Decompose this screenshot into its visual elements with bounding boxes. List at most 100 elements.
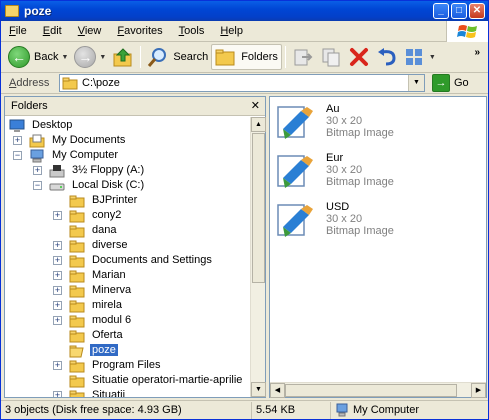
tree-item[interactable]: + mirela bbox=[5, 298, 251, 313]
collapse-icon[interactable]: − bbox=[13, 151, 22, 160]
tree-vertical-scrollbar[interactable]: ▲ ▼ bbox=[250, 117, 266, 397]
undo-button[interactable] bbox=[373, 44, 401, 70]
move-to-icon bbox=[294, 49, 313, 66]
forward-dropdown-icon[interactable]: ▼ bbox=[99, 54, 106, 61]
expand-icon[interactable]: + bbox=[53, 316, 62, 325]
folders-icon bbox=[215, 49, 235, 66]
scroll-thumb[interactable] bbox=[285, 384, 457, 397]
views-dropdown-icon[interactable]: ▼ bbox=[429, 54, 436, 61]
collapse-icon[interactable]: − bbox=[33, 181, 42, 190]
close-pane-icon[interactable]: ✕ bbox=[251, 99, 260, 112]
views-icon bbox=[405, 49, 422, 65]
menu-view[interactable]: View bbox=[70, 25, 110, 37]
tree-item[interactable]: + Documents and Settings bbox=[5, 253, 251, 268]
tree-item-label: Marian bbox=[92, 269, 126, 281]
file-list-pane: Au 30 x 20 Bitmap Image Eur 30 x 20 Bitm… bbox=[269, 96, 487, 398]
close-button[interactable]: ✕ bbox=[469, 3, 485, 19]
back-button[interactable]: ← Back ▼ bbox=[5, 44, 71, 70]
explorer-window: poze _ □ ✕ File Edit View Favorites Tool… bbox=[0, 0, 489, 420]
content-horizontal-scrollbar[interactable]: ◀ ▶ bbox=[270, 382, 486, 398]
tree-item[interactable]: + Situatii bbox=[5, 388, 251, 397]
tree-item-label: Documents and Settings bbox=[92, 254, 212, 266]
scroll-right-icon[interactable]: ▶ bbox=[471, 383, 486, 398]
windows-logo-icon bbox=[446, 21, 488, 42]
expand-icon[interactable]: + bbox=[53, 256, 62, 265]
folders-pane: Folders ✕ Desktop + My Documents − My Comput… bbox=[4, 96, 266, 398]
tree-item-label: 3½ Floppy (A:) bbox=[72, 164, 145, 176]
standard-toolbar: ← Back ▼ → ▼ Search Folders ▼ » bbox=[1, 42, 488, 73]
scroll-up-icon[interactable]: ▲ bbox=[251, 117, 266, 132]
tree-item-label: Situatie operatori-martie-aprilie bbox=[92, 374, 243, 386]
tree-item[interactable]: − Local Disk (C:) bbox=[5, 178, 251, 193]
expand-icon[interactable]: + bbox=[13, 136, 22, 145]
status-location: My Computer bbox=[331, 402, 486, 419]
tree-item[interactable]: + Program Files bbox=[5, 358, 251, 373]
go-button[interactable]: → Go bbox=[432, 74, 469, 92]
tree-item-label: Program Files bbox=[92, 359, 161, 371]
delete-button[interactable] bbox=[345, 44, 373, 70]
scroll-left-icon[interactable]: ◀ bbox=[270, 383, 285, 398]
address-input[interactable]: C:\poze ▼ bbox=[59, 74, 425, 92]
tree-item[interactable]: − My Computer bbox=[5, 148, 251, 163]
title-bar[interactable]: poze _ □ ✕ bbox=[1, 1, 488, 21]
move-to-button[interactable] bbox=[289, 44, 317, 70]
window-title: poze bbox=[24, 4, 52, 18]
tree-item[interactable]: + My Documents bbox=[5, 133, 251, 148]
menu-file[interactable]: File bbox=[1, 25, 35, 37]
minimize-button[interactable]: _ bbox=[433, 3, 449, 19]
tree-item-label: poze bbox=[89, 343, 119, 357]
tree-item[interactable]: + Minerva bbox=[5, 283, 251, 298]
expand-icon[interactable]: + bbox=[53, 301, 62, 310]
tree-item[interactable]: poze bbox=[5, 343, 251, 358]
file-item[interactable]: Au 30 x 20 Bitmap Image bbox=[275, 101, 480, 147]
folders-header-title: Folders bbox=[11, 100, 48, 112]
maximize-button[interactable]: □ bbox=[451, 3, 467, 19]
tree-item[interactable]: + Marian bbox=[5, 268, 251, 283]
expand-icon[interactable]: + bbox=[53, 211, 62, 220]
expand-icon[interactable]: + bbox=[53, 241, 62, 250]
address-dropdown-icon[interactable]: ▼ bbox=[408, 75, 424, 91]
forward-button[interactable]: → ▼ bbox=[71, 44, 109, 70]
menu-favorites[interactable]: Favorites bbox=[109, 25, 170, 37]
bitmap-image-icon bbox=[275, 150, 319, 194]
tree-item[interactable]: BJPrinter bbox=[5, 193, 251, 208]
tree-item[interactable]: Desktop bbox=[5, 118, 251, 133]
expand-icon[interactable]: + bbox=[53, 286, 62, 295]
undo-icon bbox=[377, 48, 396, 66]
back-dropdown-icon[interactable]: ▼ bbox=[61, 54, 68, 61]
search-label: Search bbox=[173, 51, 209, 63]
tree-item[interactable]: +3½ Floppy (A:) bbox=[5, 163, 251, 178]
search-button[interactable]: Search bbox=[144, 44, 211, 70]
expand-icon[interactable]: + bbox=[33, 166, 42, 175]
toolbar-chevron-icon[interactable]: » bbox=[474, 47, 480, 58]
file-type: Bitmap Image bbox=[326, 225, 394, 237]
folder-icon bbox=[69, 389, 85, 397]
status-size: 5.54 KB bbox=[252, 401, 331, 419]
tree-item-label: dana bbox=[92, 224, 117, 236]
scroll-down-icon[interactable]: ▼ bbox=[251, 382, 266, 397]
tree-item[interactable]: + diverse bbox=[5, 238, 251, 253]
tree-item[interactable]: + modul 6 bbox=[5, 313, 251, 328]
address-value: C:\poze bbox=[82, 77, 120, 89]
menu-edit[interactable]: Edit bbox=[35, 25, 70, 37]
folder-tree[interactable]: Desktop + My Documents − My Computer +3½ Flop… bbox=[5, 117, 251, 397]
tree-item-label: diverse bbox=[92, 239, 128, 251]
scroll-thumb[interactable] bbox=[252, 133, 265, 283]
folders-button[interactable]: Folders bbox=[211, 44, 282, 70]
file-name: Au bbox=[326, 103, 340, 115]
tree-item[interactable]: Oferta bbox=[5, 328, 251, 343]
views-button[interactable]: ▼ bbox=[401, 44, 439, 70]
expand-icon[interactable]: + bbox=[53, 361, 62, 370]
expand-icon[interactable]: + bbox=[53, 391, 62, 397]
menu-tools[interactable]: Tools bbox=[171, 25, 213, 37]
menu-help[interactable]: Help bbox=[212, 25, 251, 37]
tree-item[interactable]: Situatie operatori-martie-aprilie bbox=[5, 373, 251, 388]
copy-to-button[interactable] bbox=[317, 44, 345, 70]
tree-item[interactable]: dana bbox=[5, 223, 251, 238]
expand-icon[interactable]: + bbox=[53, 271, 62, 280]
search-icon bbox=[148, 48, 167, 67]
file-item[interactable]: Eur 30 x 20 Bitmap Image bbox=[275, 150, 480, 196]
file-item[interactable]: USD 30 x 20 Bitmap Image bbox=[275, 199, 480, 245]
tree-item[interactable]: + cony2 bbox=[5, 208, 251, 223]
up-folder-button[interactable] bbox=[109, 44, 137, 70]
